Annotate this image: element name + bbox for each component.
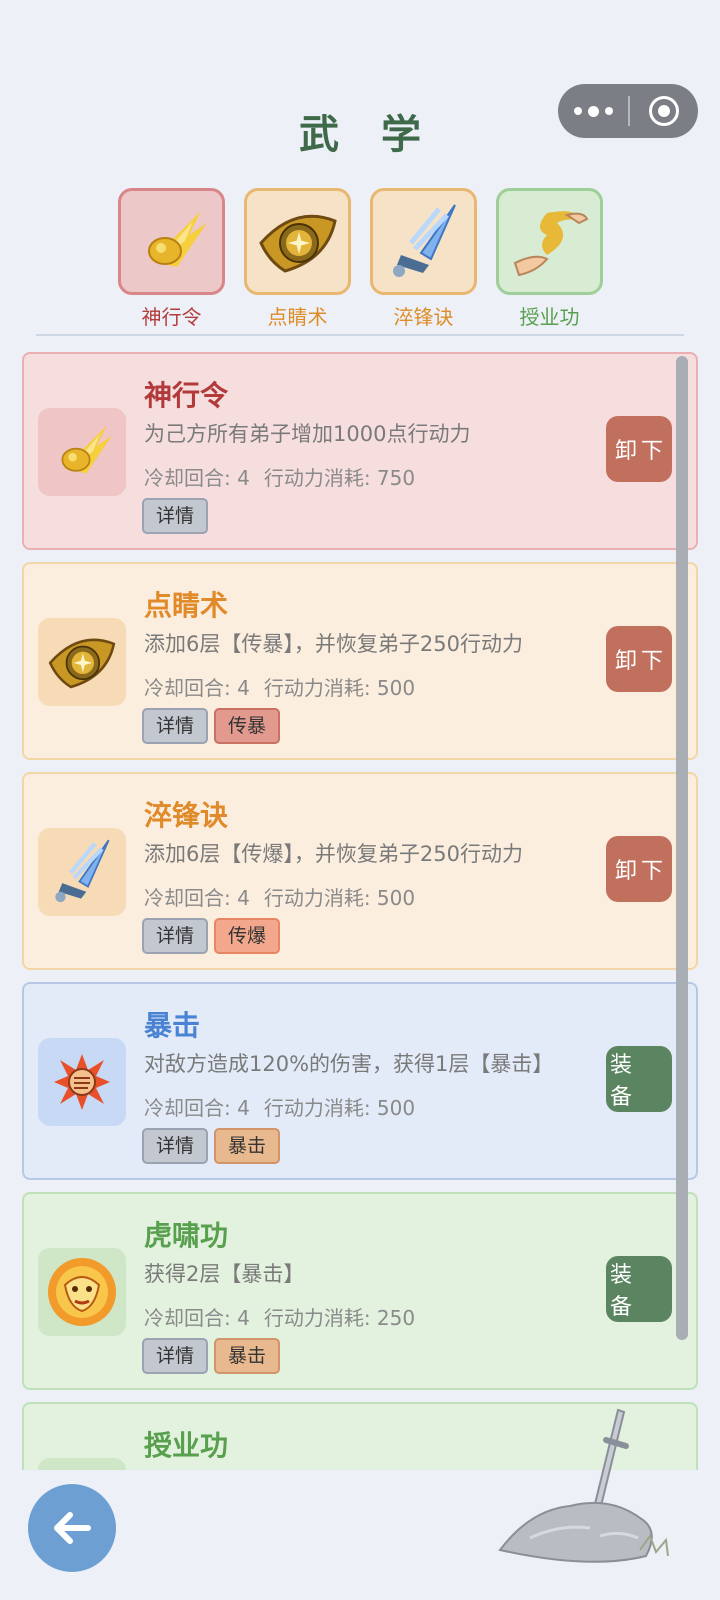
cost-text: 行动力消耗: 500 xyxy=(263,886,416,910)
cost-text: 行动力消耗: 750 xyxy=(263,466,416,490)
golden-eye-icon xyxy=(38,618,126,706)
equipped-slot-3[interactable]: 淬锋诀 xyxy=(370,188,477,330)
skill-tags: 详情 暴击 xyxy=(142,1128,281,1164)
details-button[interactable]: 详情 xyxy=(142,708,209,744)
cost-text: 行动力消耗: 500 xyxy=(263,1096,416,1120)
skill-card: 暴击 对敌方造成120%的伤害，获得1层【暴击】 冷却回合: 4 行动力消耗: 5… xyxy=(22,982,698,1180)
skills-page: 武 学 神行令 点睛术 淬锋诀 授业功 神行令 为己方所有弟子增加1000点行动… xyxy=(0,0,720,1600)
skill-name: 虎啸功 xyxy=(144,1219,229,1252)
skill-description: 添加6层【传暴】，并恢复弟子250行动力 xyxy=(144,632,523,656)
unequip-button[interactable]: 卸下 xyxy=(606,626,672,692)
golden-hands-icon xyxy=(38,1458,126,1470)
skill-card: 虎啸功 获得2层【暴击】 冷却回合: 4 行动力消耗: 250 详情 暴击 装 备 xyxy=(22,1192,698,1390)
skill-tags: 详情 传暴 xyxy=(142,708,281,744)
equipped-slot-label: 神行令 xyxy=(141,305,202,329)
skill-stats: 冷却回合: 4 行动力消耗: 750 xyxy=(144,462,415,491)
details-button[interactable]: 详情 xyxy=(142,1128,209,1164)
details-button[interactable]: 详情 xyxy=(142,498,209,534)
skill-stats: 冷却回合: 4 行动力消耗: 250 xyxy=(144,1302,415,1331)
equipped-slot-2[interactable]: 点睛术 xyxy=(244,188,351,330)
equipped-slot-label: 授业功 xyxy=(519,305,580,329)
skill-stats: 冷却回合: 4 行动力消耗: 500 xyxy=(144,1092,415,1121)
skill-list[interactable]: 神行令 为己方所有弟子增加1000点行动力 冷却回合: 4 行动力消耗: 750 … xyxy=(22,352,698,1470)
page-title: 武 学 xyxy=(299,112,435,158)
unequip-button[interactable]: 卸下 xyxy=(606,416,672,482)
equip-button[interactable]: 装 备 xyxy=(606,1256,672,1322)
skill-name: 暴击 xyxy=(144,1009,201,1042)
equipped-slot-label: 淬锋诀 xyxy=(393,305,454,329)
divider xyxy=(36,334,684,336)
cooldown-text: 冷却回合: 4 xyxy=(144,466,250,490)
skill-description: 为己方所有弟子增加1000点行动力 xyxy=(144,422,471,446)
equipped-slots: 神行令 点睛术 淬锋诀 授业功 xyxy=(118,188,603,330)
golden-hands-icon xyxy=(496,188,603,295)
equipped-slot-4[interactable]: 授业功 xyxy=(496,188,603,330)
back-button[interactable] xyxy=(28,1484,116,1572)
scrollbar[interactable] xyxy=(676,356,688,1340)
golden-shoe-icon xyxy=(118,188,225,295)
skill-name: 授业功 xyxy=(144,1429,229,1462)
cooldown-text: 冷却回合: 4 xyxy=(144,1306,250,1330)
flaming-tiger-icon xyxy=(38,1248,126,1336)
details-button[interactable]: 详情 xyxy=(142,1338,209,1374)
skill-card: 神行令 为己方所有弟子增加1000点行动力 冷却回合: 4 行动力消耗: 750 … xyxy=(22,352,698,550)
blue-sword-icon xyxy=(370,188,477,295)
equipped-slot-label: 点睛术 xyxy=(267,305,328,329)
skill-stats: 冷却回合: 4 行动力消耗: 500 xyxy=(144,882,415,911)
skill-name: 淬锋诀 xyxy=(144,799,229,832)
effect-tag[interactable]: 传暴 xyxy=(214,708,281,744)
skill-card: 淬锋诀 添加6层【传爆】，并恢复弟子250行动力 冷却回合: 4 行动力消耗: 5… xyxy=(22,772,698,970)
skill-name: 神行令 xyxy=(144,379,229,412)
skill-tags: 详情 xyxy=(142,498,209,534)
cooldown-text: 冷却回合: 4 xyxy=(144,886,250,910)
critical-fist-icon xyxy=(38,1038,126,1126)
skill-description: 对敌方造成120%的伤害，获得1层【暴击】 xyxy=(144,1052,554,1076)
cooldown-text: 冷却回合: 4 xyxy=(144,1096,250,1120)
blue-sword-icon xyxy=(38,828,126,916)
effect-tag[interactable]: 暴击 xyxy=(214,1338,281,1374)
skill-stats: 冷却回合: 4 行动力消耗: 500 xyxy=(144,672,415,701)
skill-tags: 详情 暴击 xyxy=(142,1338,281,1374)
golden-eye-icon xyxy=(244,188,351,295)
cooldown-text: 冷却回合: 4 xyxy=(144,676,250,700)
cost-text: 行动力消耗: 250 xyxy=(263,1306,416,1330)
skill-description: 添加6层【传爆】，并恢复弟子250行动力 xyxy=(144,842,523,866)
cost-text: 行动力消耗: 500 xyxy=(263,676,416,700)
effect-tag[interactable]: 暴击 xyxy=(214,1128,281,1164)
equip-button[interactable]: 装 备 xyxy=(606,1046,672,1112)
unequip-button[interactable]: 卸下 xyxy=(606,836,672,902)
skill-tags: 详情 传爆 xyxy=(142,918,281,954)
equipped-slot-1[interactable]: 神行令 xyxy=(118,188,225,330)
effect-tag[interactable]: 传爆 xyxy=(214,918,281,954)
details-button[interactable]: 详情 xyxy=(142,918,209,954)
golden-shoe-icon xyxy=(38,408,126,496)
skill-description: 获得2层【暴击】 xyxy=(144,1262,305,1286)
sword-in-stone-icon xyxy=(498,1408,669,1563)
back-arrow-icon xyxy=(54,1512,91,1544)
skill-name: 点睛术 xyxy=(144,589,229,622)
skill-card: 点睛术 添加6层【传暴】，并恢复弟子250行动力 冷却回合: 4 行动力消耗: 5… xyxy=(22,562,698,760)
